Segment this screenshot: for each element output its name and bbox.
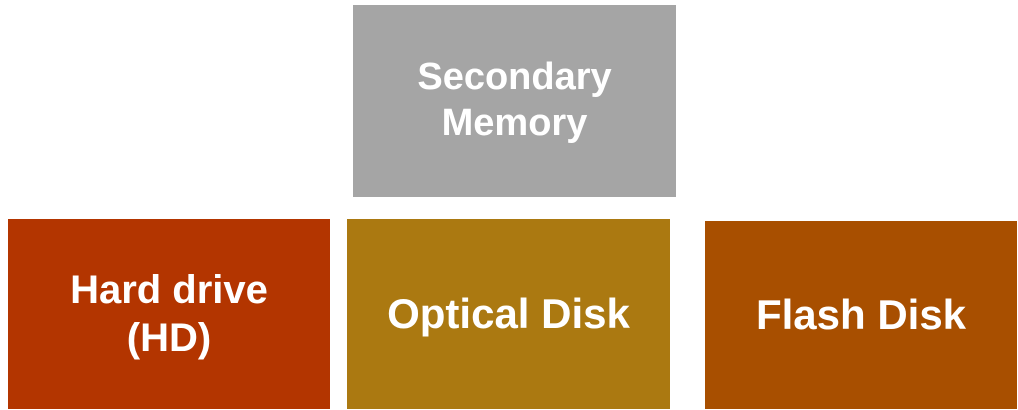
secondary-memory-label: Secondary Memory [417,56,612,144]
hard-drive-label: Hard drive (HD) [70,268,268,360]
secondary-memory-box: Secondary Memory [353,5,676,197]
optical-disk-label: Optical Disk [387,289,630,337]
flash-disk-label: Flash Disk [755,290,967,338]
optical-disk-box: Optical Disk [347,219,670,409]
hard-drive-box: Hard drive (HD) [8,219,330,409]
flash-disk-box: Flash Disk [705,221,1017,409]
